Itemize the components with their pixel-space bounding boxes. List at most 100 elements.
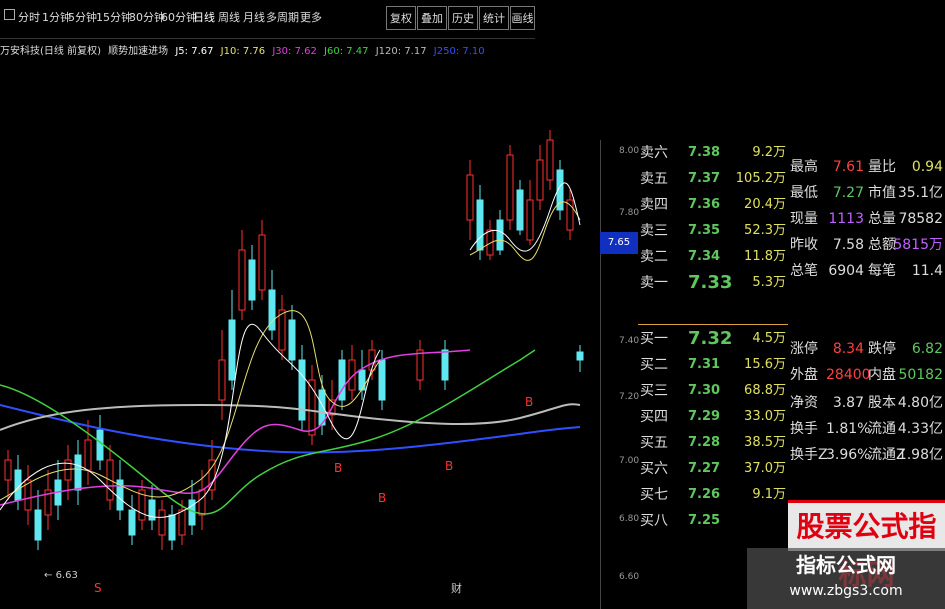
stat-label: 总笔 [790,263,818,279]
stat-label: 总额 [868,237,896,253]
stat-row: 换手Z 3.96% 流通Z 1.98亿 [788,442,945,468]
signal-marker-b2: B [378,491,386,505]
stat-row: 净资 3.87 股本 4.80亿 [788,390,945,416]
adjust-button[interactable]: 复权 [386,6,416,30]
period-tab-multi[interactable]: 多周期 [266,8,299,28]
level-label: 买三 [640,383,668,399]
window-icon[interactable] [4,9,15,20]
stat-value: 78582 [898,211,943,227]
level-volume: 15.6万 [744,357,786,372]
candle-body [128,509,136,536]
tick-7-20: 7.20 [619,392,640,402]
bid-row[interactable]: 买六 7.27 37.0万 [638,456,788,482]
level-label: 买六 [640,461,668,477]
level-volume: 5.3万 [752,275,786,290]
watermark-logo: 指标公式网 www.zbgs3.com [747,548,945,609]
ask-row[interactable]: 卖二 7.34 11.8万 [638,244,788,270]
level-price: 7.37 [688,171,721,186]
level-volume: 20.4万 [744,197,786,212]
candle-body [198,489,206,516]
tick-7-40: 7.40 [619,336,640,346]
level-price: 7.25 [688,513,721,528]
stat-value: 35.1亿 [897,185,943,201]
stat-value: 5815万 [893,237,943,253]
ask-row[interactable]: 卖五 7.37 105.2万 [638,166,788,192]
period-tab-weekly[interactable]: 周线 [218,8,240,28]
candle-body [218,359,226,401]
candle-body [476,199,484,251]
level-price: 7.30 [688,383,721,398]
period-tab-30min[interactable]: 30分钟 [129,8,165,28]
bid-row[interactable]: 买二 7.31 15.6万 [638,352,788,378]
level-label: 买四 [640,409,668,425]
bid-row[interactable]: 买五 7.28 38.5万 [638,430,788,456]
stats-button[interactable]: 统计 [479,6,509,30]
period-tab-5min[interactable]: 5分钟 [68,8,97,28]
bid-row[interactable]: 买七 7.26 9.1万 [638,482,788,508]
bid-row[interactable]: 买四 7.29 33.0万 [638,404,788,430]
signal-marker-s: S [94,581,102,595]
ma-j120: J120: 7.17 [375,46,427,57]
stat-value: 7.27 [832,185,864,201]
level-label: 买一 [640,331,668,347]
level-volume: 9.2万 [752,145,786,160]
level-volume: 9.1万 [752,487,786,502]
stat-value: 11.4 [911,263,943,279]
stat-label: 换手 [790,421,818,437]
candlestick-chart[interactable]: B B B B S 财 ← 6.63 [0,60,600,609]
candle-body [298,359,306,421]
level-price: 7.31 [688,357,721,372]
candle-body [178,509,186,536]
period-tab-more[interactable]: 更多 [300,8,322,28]
current-price-tag: 7.65 [600,232,638,254]
stat-value: 6904 [828,263,864,279]
period-tab-60min[interactable]: 60分钟 [161,8,197,28]
ask-row[interactable]: 卖六 7.38 9.2万 [638,140,788,166]
level-price: 7.29 [688,409,721,424]
period-tab-monthly[interactable]: 月线 [243,8,265,28]
ask-row[interactable]: 卖一 7.33 5.3万 [638,270,788,296]
level-label: 买五 [640,435,668,451]
stat-label: 总量 [868,211,896,227]
period-tab-1min[interactable]: 1分钟 [42,8,71,28]
candle-body [4,459,12,481]
level-volume: 52.3万 [744,223,786,238]
bid-row[interactable]: 买一 7.32 4.5万 [638,326,788,352]
ma-j250: J250: 7.10 [433,46,485,57]
history-button[interactable]: 历史 [448,6,478,30]
level-price: 7.38 [688,145,721,160]
stat-value: 7.61 [832,159,864,175]
stat-row: 最高 7.61 量比 0.94 [788,154,945,180]
stat-label: 流通 [868,421,896,437]
period-tab-daily[interactable]: 日线 [193,8,215,28]
candle-body [158,509,166,536]
indicator-bar: 万安科技(日线 前复权) 顺势加速进场 J5: 7.67 J10: 7.76 J… [0,44,600,60]
tick-8-00: 8.00 [619,146,640,156]
level-volume: 105.2万 [735,171,786,186]
bid-row[interactable]: 买三 7.30 68.8万 [638,378,788,404]
stat-label: 涨停 [790,341,818,357]
level-price: 7.32 [688,328,733,349]
level-price: 7.28 [688,435,721,450]
stat-label: 量比 [868,159,896,175]
level-price: 7.36 [688,197,721,212]
stat-value: 4.33亿 [897,421,943,437]
candle-body [248,259,256,301]
bid-row[interactable]: 买八 7.25 [638,508,788,534]
stat-row: 总笔 6904 每笔 11.4 [788,258,945,284]
ask-row[interactable]: 卖四 7.36 20.4万 [638,192,788,218]
stat-row: 现量 1113 总量 78582 [788,206,945,232]
candle-body [278,309,286,351]
candle-body [358,369,366,391]
ma-j30: J30: 7.62 [272,46,317,57]
candle-body [576,351,584,361]
draw-button[interactable]: 画线 [510,6,535,30]
tick-7-00: 7.00 [619,456,640,466]
overlay-button[interactable]: 叠加 [417,6,447,30]
period-tab-15min[interactable]: 15分钟 [96,8,132,28]
period-tab-intraday[interactable]: 分时 [18,8,40,28]
ask-row[interactable]: 卖三 7.35 52.3万 [638,218,788,244]
level-volume: 11.8万 [744,249,786,264]
level-label: 买二 [640,357,668,373]
stat-label: 市值 [868,185,896,201]
